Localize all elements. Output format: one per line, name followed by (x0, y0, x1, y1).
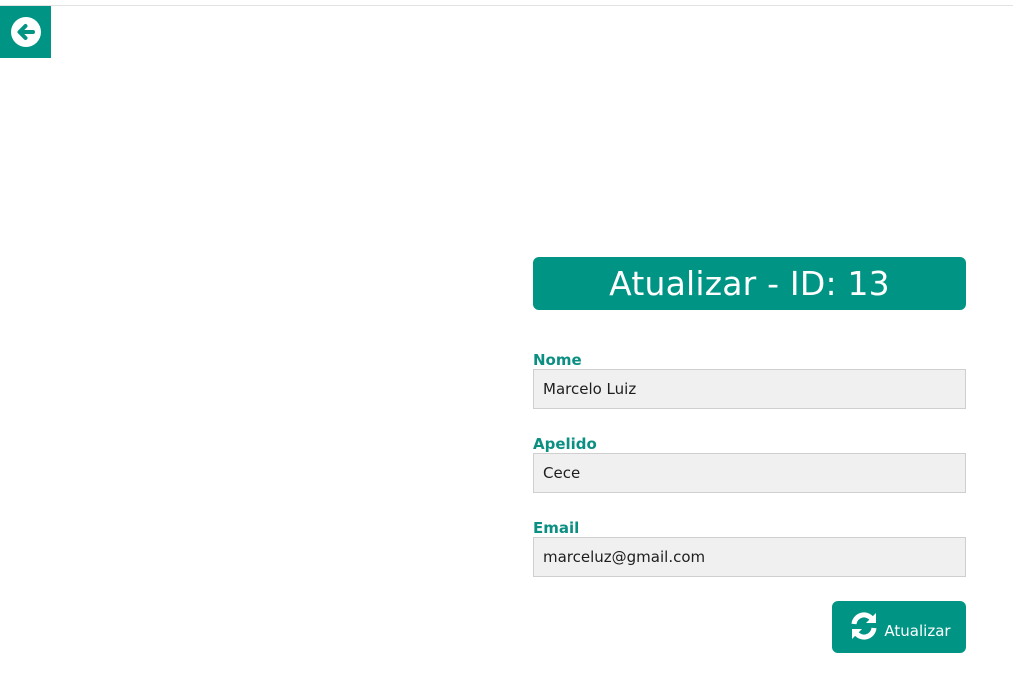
back-button[interactable] (0, 6, 51, 58)
email-field-group: Email (533, 519, 966, 577)
apelido-field-group: Apelido (533, 435, 966, 493)
top-divider (0, 5, 1013, 6)
atualizar-button-label: Atualizar (884, 622, 951, 640)
nome-label: Nome (533, 351, 582, 369)
arrow-circle-left-icon (10, 16, 42, 48)
form-title: Atualizar - ID: 13 (533, 257, 966, 310)
update-form: Atualizar - ID: 13 Nome Apelido Email At… (533, 257, 966, 653)
apelido-input[interactable] (533, 453, 966, 493)
nome-input[interactable] (533, 369, 966, 409)
email-input[interactable] (533, 537, 966, 577)
email-label: Email (533, 519, 580, 537)
apelido-label: Apelido (533, 435, 597, 453)
refresh-icon (847, 609, 881, 643)
nome-field-group: Nome (533, 351, 966, 409)
atualizar-button[interactable]: Atualizar (832, 601, 966, 653)
